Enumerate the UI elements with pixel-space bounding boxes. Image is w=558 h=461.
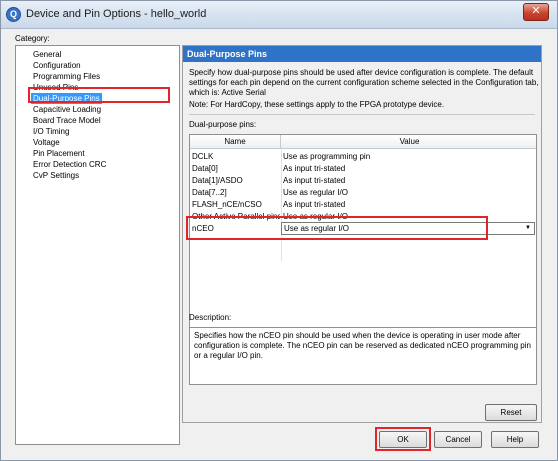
dual-purpose-pins-panel: Dual-Purpose Pins Specify how dual-purpo… [182,45,542,423]
category-item-configuration[interactable]: Configuration [33,60,81,71]
dual-purpose-pins-table[interactable]: Name Value DCLK Use as programming pin D… [189,134,537,347]
table-row[interactable]: Other Active Parallel pins Use as regula… [190,211,536,222]
description-text: Specifies how the nCEO pin should be use… [189,327,537,385]
help-button[interactable]: Help [491,431,539,448]
hardcopy-note: Note: For HardCopy, these settings apply… [189,100,445,109]
table-row[interactable]: Data[7..2] Use as regular I/O [190,187,536,198]
pin-name: Data[0] [192,164,218,173]
pin-value[interactable]: As input tri-stated [283,199,533,210]
pin-value[interactable]: Use as regular I/O [283,187,533,198]
dropdown-selected-value: Use as regular I/O [284,224,349,233]
title-bar[interactable]: Q Device and Pin Options - hello_world ✕ [1,1,557,29]
table-row[interactable]: Data[0] As input tri-stated [190,163,536,174]
pin-value[interactable]: Use as regular I/O [283,211,533,222]
category-label: Category: [15,34,50,43]
separator [189,114,535,115]
category-item-general[interactable]: General [33,49,61,60]
ok-button[interactable]: OK [379,431,427,448]
category-item-cvp-settings[interactable]: CvP Settings [33,170,79,181]
pin-name: FLASH_nCE/nCSO [192,200,262,209]
pin-name: nCEO [192,224,214,233]
close-button[interactable]: ✕ [523,3,549,21]
pin-name: Other Active Parallel pins [192,212,280,221]
description-label: Description: [189,313,232,322]
category-item-dual-purpose-pins[interactable]: Dual-Purpose Pins [31,93,102,104]
dropdown-arrow-icon[interactable]: ▼ [525,223,531,234]
column-header-name[interactable]: Name [190,135,281,149]
table-row[interactable]: DCLK Use as programming pin [190,151,536,162]
column-header-value[interactable]: Value [281,135,536,149]
pin-name: DCLK [192,152,214,161]
category-item-board-trace-model[interactable]: Board Trace Model [33,115,101,126]
panel-description: Specify how dual-purpose pins should be … [189,68,539,97]
category-item-programming-files[interactable]: Programming Files [33,71,100,82]
pin-value[interactable]: As input tri-stated [283,163,533,174]
device-pin-options-dialog: Q Device and Pin Options - hello_world ✕… [0,0,558,461]
dual-purpose-pins-label: Dual-purpose pins: [189,120,257,129]
table-row-nceo[interactable]: nCEO Use as regular I/O ▼ [190,222,536,235]
pin-value[interactable]: As input tri-stated [283,175,533,186]
category-tree[interactable]: General Configuration Programming Files … [15,45,180,445]
category-item-pin-placement[interactable]: Pin Placement [33,148,85,159]
category-item-voltage[interactable]: Voltage [33,137,60,148]
window-title: Device and Pin Options - hello_world [26,8,207,20]
reset-button[interactable]: Reset [485,404,537,421]
pin-name: Data[7..2] [192,188,227,197]
category-item-error-detection-crc[interactable]: Error Detection CRC [33,159,106,170]
table-row[interactable]: Data[1]/ASDO As input tri-stated [190,175,536,186]
pin-value[interactable]: Use as programming pin [283,151,533,162]
pin-name: Data[1]/ASDO [192,176,243,185]
cancel-button[interactable]: Cancel [434,431,482,448]
panel-header: Dual-Purpose Pins [183,46,541,62]
category-item-io-timing[interactable]: I/O Timing [33,126,69,137]
nceo-value-dropdown[interactable]: Use as regular I/O ▼ [281,222,535,235]
app-icon: Q [6,7,21,22]
category-item-unused-pins[interactable]: Unused Pins [33,82,78,93]
category-item-capacitive-loading[interactable]: Capacitive Loading [33,104,101,115]
table-row[interactable]: FLASH_nCE/nCSO As input tri-stated [190,199,536,210]
